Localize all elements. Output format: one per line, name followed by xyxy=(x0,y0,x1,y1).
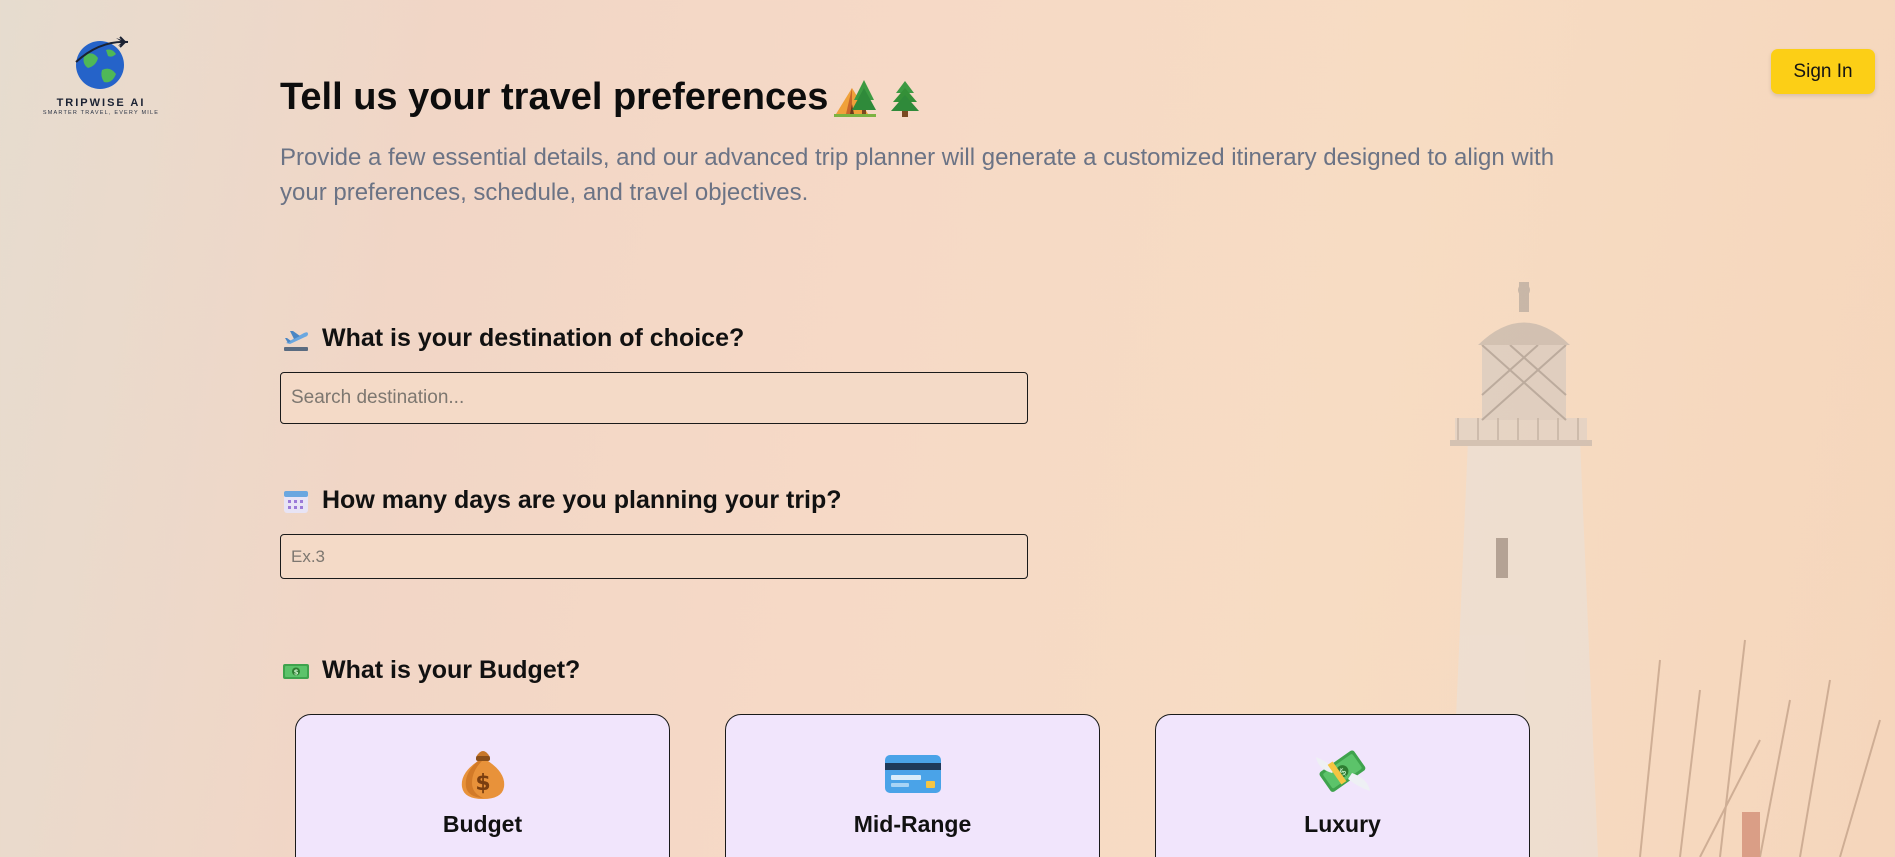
days-label: How many days are you planning your trip… xyxy=(282,486,842,515)
budget-label-text: What is your Budget? xyxy=(322,656,581,684)
page-subtitle: Provide a few essential details, and our… xyxy=(280,144,1555,206)
page-title: Tell us your travel preferences xyxy=(280,76,920,119)
budget-option-luxury[interactable]: $ Luxury xyxy=(1155,714,1530,857)
budget-option-title: Mid-Range xyxy=(853,811,972,837)
budget-option-budget[interactable]: $ Budget xyxy=(295,714,670,857)
svg-text:$: $ xyxy=(475,771,490,796)
days-input[interactable] xyxy=(280,534,1028,579)
credit-card-icon xyxy=(884,755,941,793)
camping-icon xyxy=(834,79,877,117)
brand-name: TRIPWISE AI xyxy=(56,97,146,109)
calendar-icon xyxy=(284,490,308,513)
money-with-wings-icon: $ xyxy=(1315,750,1370,792)
budget-label: $ What is your Budget? xyxy=(282,656,580,685)
page-title-text: Tell us your travel preferences xyxy=(280,76,829,118)
destination-search-input[interactable] xyxy=(280,372,1028,424)
destination-label: What is your destination of choice? xyxy=(282,324,744,353)
budget-option-title: Luxury xyxy=(1304,811,1381,837)
airplane-departure-icon xyxy=(284,330,308,351)
globe-airplane-icon xyxy=(75,36,129,89)
money-bag-icon: $ xyxy=(461,751,504,799)
sign-in-button[interactable]: Sign In xyxy=(1771,49,1875,94)
budget-option-title: Budget xyxy=(442,811,523,837)
budget-option-mid-range[interactable]: Mid-Range xyxy=(725,714,1100,857)
brand-logo[interactable]: TRIPWISE AI SMARTER TRAVEL, EVERY MILE xyxy=(40,32,162,116)
tree-icon xyxy=(891,80,920,117)
days-label-text: How many days are you planning your trip… xyxy=(322,486,842,514)
destination-label-text: What is your destination of choice? xyxy=(322,324,745,352)
svg-text:$: $ xyxy=(294,668,299,676)
money-icon: $ xyxy=(283,663,309,679)
budget-options: $ Budget Mid-Range $ Luxury xyxy=(295,714,1530,857)
brand-tagline: SMARTER TRAVEL, EVERY MILE xyxy=(42,110,160,116)
